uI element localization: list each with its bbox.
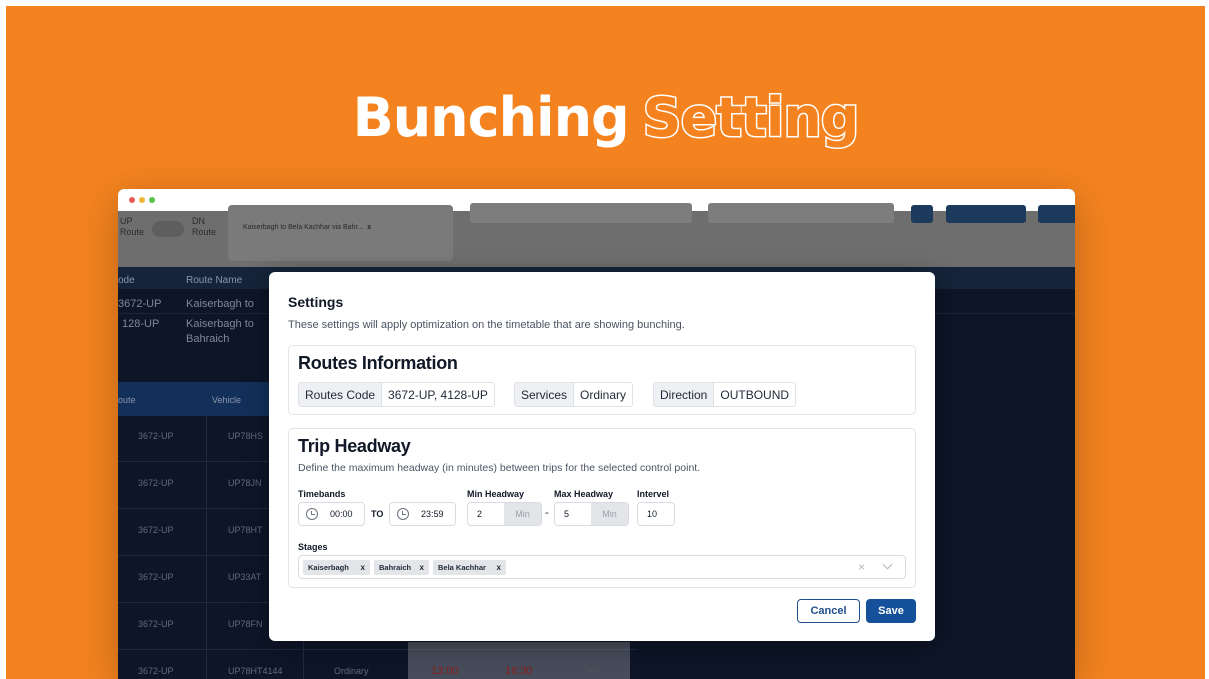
cancel-button[interactable]: Cancel <box>797 599 860 623</box>
grid-time-cell[interactable]: 16:30 <box>505 665 533 677</box>
services-label: Services <box>515 383 575 406</box>
grid-header-route: oute <box>118 395 136 405</box>
grid-vehicle-cell: UP78HT <box>228 525 263 535</box>
min-headway-unit: Min <box>504 503 541 525</box>
max-headway-unit: Min <box>591 503 628 525</box>
grid-route-cell: 3672-UP <box>138 572 174 582</box>
row1-name: Kaiserbagh to <box>186 298 254 310</box>
route-chip: Kaiserbagh to Bela Kachhar via Bahr... x <box>243 224 371 231</box>
routes-code-value: 3672-UP, 4128-UP <box>382 383 494 406</box>
banner-headline: Bunching Setting <box>6 85 1205 151</box>
end-time-input[interactable]: 23:59 <box>389 502 456 526</box>
route-chip-remove-icon[interactable]: x <box>367 224 371 231</box>
col-header-code: ode <box>118 275 135 286</box>
service-select[interactable] <box>470 203 692 223</box>
services-value: Ordinary <box>574 383 633 406</box>
toggle-dn-label: DN Route <box>192 216 217 237</box>
stage-remove-icon[interactable]: x <box>420 560 424 575</box>
toolbar-action-button[interactable] <box>946 205 1026 223</box>
settings-modal: Settings These settings will apply optim… <box>269 272 935 641</box>
start-time-value: 00:00 <box>330 509 353 519</box>
stage-remove-icon[interactable]: x <box>361 560 365 575</box>
routes-code-field: Routes Code 3672-UP, 4128-UP <box>298 382 495 407</box>
min-headway-value: 2 <box>477 509 483 519</box>
clock-icon <box>397 508 409 520</box>
modal-subtitle: These settings will apply optimization o… <box>288 319 685 331</box>
row2-name: Kaiserbagh to <box>186 318 254 330</box>
col-header-route-name: Route Name <box>186 275 243 286</box>
trip-headway-subtitle: Define the maximum headway (in minutes) … <box>298 462 701 474</box>
grid-vehicle-cell: UP78FN <box>228 619 263 629</box>
grid-time-cell[interactable]: 13:00 <box>431 665 459 677</box>
modal-title: Settings <box>288 294 344 310</box>
toolbar-action-button-2[interactable] <box>1038 205 1075 223</box>
stage-tag: Bahraich x <box>374 560 429 575</box>
stage-tag-label: Kaiserbagh <box>308 563 349 572</box>
stage-tag: Kaiserbagh x <box>303 560 370 575</box>
row1-code: 3672-UP <box>118 298 162 310</box>
route-chip-label: Kaiserbagh to Bela Kachhar via Bahr... <box>243 224 364 231</box>
max-headway-value: 5 <box>564 509 570 519</box>
window-close-dot[interactable] <box>129 197 135 203</box>
end-time-value: 23:59 <box>421 509 444 519</box>
start-time-input[interactable]: 00:00 <box>298 502 365 526</box>
row2-name-line2: Bahraich <box>186 333 230 345</box>
min-headway-label: Min Headway <box>467 489 525 499</box>
services-field: Services Ordinary <box>514 382 634 407</box>
to-label: TO <box>371 509 384 519</box>
grid-vehicle-cell: UP78JN <box>228 478 262 488</box>
headline-word-bunching: Bunching <box>352 86 630 149</box>
grid-route-cell: 3672-UP <box>138 525 174 535</box>
toggle-up-label: UP Route <box>120 216 145 237</box>
route-select[interactable] <box>228 205 453 261</box>
route-direction-toggle[interactable] <box>152 221 184 237</box>
filter-bar: UP Route DN Route Kaiserbagh to Bela Kac… <box>118 203 1075 267</box>
interval-value: 10 <box>647 509 658 519</box>
direction-field: Direction OUTBOUND <box>653 382 797 407</box>
grid-time-cell[interactable]: - <box>590 665 594 677</box>
headway-range-dash: - <box>545 507 549 519</box>
clock-icon <box>306 508 318 520</box>
timebands-label: Timebands <box>298 489 346 499</box>
grid-route-cell: 3672-UP <box>138 666 174 676</box>
chevron-down-icon[interactable] <box>882 559 893 570</box>
stages-label: Stages <box>298 542 328 552</box>
stage-tag: Bela Kachhar x <box>433 560 506 575</box>
save-button[interactable]: Save <box>866 599 916 623</box>
grid-route-cell: 3672-UP <box>138 431 174 441</box>
date-picker[interactable] <box>708 203 894 223</box>
interval-input[interactable]: 10 <box>637 502 675 526</box>
clear-stages-icon[interactable]: × <box>858 560 865 574</box>
window-minimize-dot[interactable] <box>139 197 145 203</box>
interval-label: Intervel <box>637 489 670 499</box>
stages-select[interactable]: Kaiserbagh x Bahraich x Bela Kachhar x × <box>298 555 906 579</box>
stage-tag-label: Bela Kachhar <box>438 563 486 572</box>
min-headway-input[interactable]: 2 Min <box>467 502 542 526</box>
grid-route-cell: 3672-UP <box>138 619 174 629</box>
window-maximize-dot[interactable] <box>149 197 155 203</box>
grid-vehicle-cell: UP78HT4144 <box>228 666 283 676</box>
direction-value: OUTBOUND <box>714 383 796 406</box>
grid-header-vehicle: Vehicle <box>212 395 242 405</box>
grid-service-cell: Ordinary <box>334 666 369 676</box>
stage-tag-label: Bahraich <box>379 563 412 572</box>
routes-code-label: Routes Code <box>299 383 383 406</box>
grid-route-cell: 3672-UP <box>138 478 174 488</box>
max-headway-label: Max Headway <box>554 489 614 499</box>
routes-information-title: Routes Information <box>298 353 458 373</box>
calendar-button[interactable] <box>911 205 933 223</box>
grid-vehicle-cell: UP33AT <box>228 572 262 582</box>
grid-vehicle-cell: UP78HS <box>228 431 264 441</box>
headline-word-setting: Setting <box>641 85 861 151</box>
direction-label: Direction <box>654 383 715 406</box>
stage-remove-icon[interactable]: x <box>497 560 501 575</box>
max-headway-input[interactable]: 5 Min <box>554 502 629 526</box>
row2-code: 128-UP <box>122 318 160 330</box>
trip-headway-card: Trip Headway Define the maximum headway … <box>288 428 916 588</box>
trip-headway-title: Trip Headway <box>298 436 411 456</box>
routes-information-card: Routes Information Routes Code 3672-UP, … <box>288 345 916 415</box>
